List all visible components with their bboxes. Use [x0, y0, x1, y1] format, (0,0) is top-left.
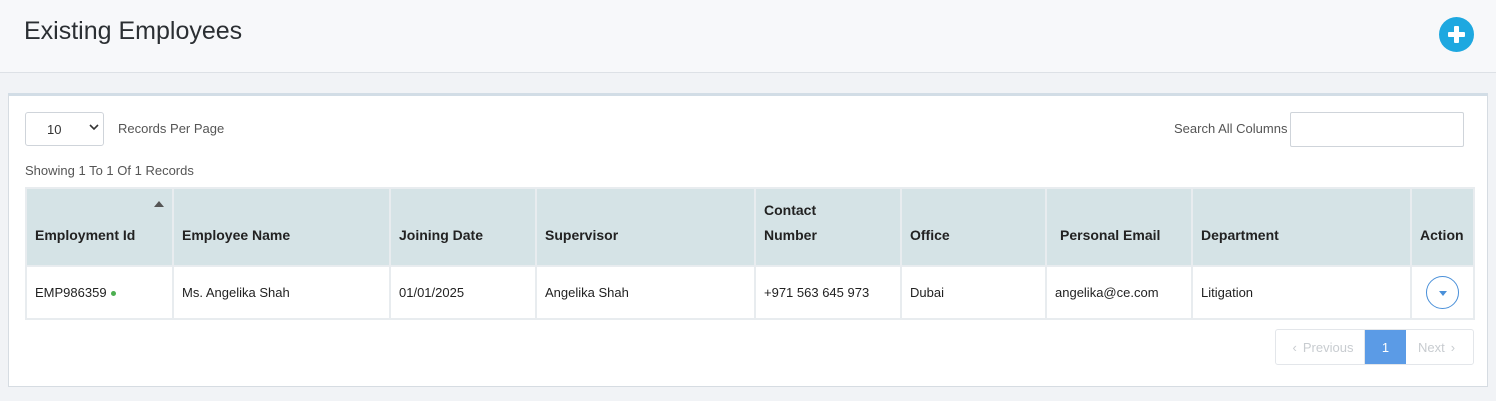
row-action-dropdown-button[interactable] [1426, 276, 1459, 309]
cell-contact-number: +971 563 645 973 [754, 265, 902, 320]
next-label: Next [1417, 339, 1445, 355]
cell-action [1410, 265, 1475, 320]
column-header-department[interactable]: Department [1191, 187, 1412, 267]
column-label: Number [764, 227, 817, 243]
records-per-page-value: 10 [47, 122, 62, 137]
page-header: Existing Employees [0, 0, 1496, 73]
page-title: Existing Employees [24, 17, 243, 45]
column-label: Joining Date [399, 227, 484, 243]
employees-table: Employment Id Employee Name Joining Date… [25, 187, 1475, 320]
chevron-right-icon: › [1450, 339, 1456, 355]
page-1-button[interactable]: 1 [1365, 330, 1406, 364]
status-dot-icon [110, 291, 116, 297]
cell-employee-name: Ms. Angelika Shah [172, 265, 391, 320]
plus-icon [1448, 26, 1465, 43]
chevron-left-icon: ‹ [1292, 339, 1297, 355]
cell-employment-id: EMP986359 [25, 265, 174, 320]
column-label: Office [910, 227, 950, 243]
previous-page-button[interactable]: ‹ Previous [1276, 330, 1365, 364]
records-per-page-label: Records Per Page [118, 121, 225, 136]
next-page-button[interactable]: Next › [1406, 330, 1473, 364]
cell-personal-email: angelika@ce.com [1045, 265, 1193, 320]
column-label: Employment Id [35, 227, 136, 243]
column-label: Employee Name [182, 227, 291, 243]
cell-joining-date: 01/01/2025 [389, 265, 537, 320]
column-header-employment-id[interactable]: Employment Id [25, 187, 174, 267]
table-header-row: Employment Id Employee Name Joining Date… [25, 187, 1475, 267]
employees-card: 10 Records Per Page Search All Columns S… [8, 93, 1488, 387]
records-count-text: Showing 1 To 1 Of 1 Records [25, 163, 194, 178]
column-label: Contact [764, 202, 817, 218]
column-label: Personal Email [1060, 227, 1161, 243]
column-header-joining-date[interactable]: Joining Date [389, 187, 537, 267]
column-label: Supervisor [545, 227, 619, 243]
cell-supervisor: Angelika Shah [535, 265, 756, 320]
column-header-personal-email[interactable]: Personal Email [1045, 187, 1193, 267]
search-label: Search All Columns [1174, 121, 1288, 136]
pagination: ‹ Previous 1 Next › [1275, 329, 1474, 365]
cell-office: Dubai [900, 265, 1047, 320]
add-employee-button[interactable] [1439, 17, 1474, 52]
column-header-supervisor[interactable]: Supervisor [535, 187, 756, 267]
column-label: Department [1201, 227, 1279, 243]
column-header-employee-name[interactable]: Employee Name [172, 187, 391, 267]
sort-ascending-icon [154, 201, 164, 207]
column-header-office[interactable]: Office [900, 187, 1047, 267]
caret-down-icon [1439, 291, 1447, 296]
table-row: EMP986359 Ms. Angelika Shah 01/01/2025 A… [25, 265, 1475, 320]
previous-label: Previous [1302, 339, 1354, 355]
column-header-action: Action [1410, 187, 1475, 267]
cell-department: Litigation [1191, 265, 1412, 320]
employment-id-text: EMP986359 [35, 285, 107, 300]
column-header-contact-number[interactable]: Contact Number [754, 187, 902, 267]
search-input[interactable] [1290, 112, 1464, 147]
column-label: Action [1420, 227, 1464, 243]
chevron-down-icon [89, 124, 99, 131]
records-per-page-select[interactable]: 10 [25, 112, 104, 146]
